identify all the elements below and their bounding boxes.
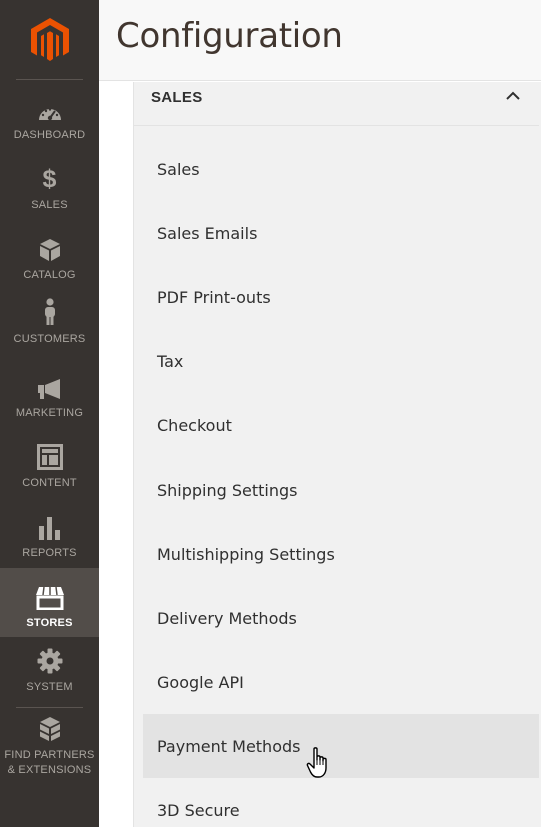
- config-item-sales[interactable]: Sales: [143, 137, 539, 201]
- blocks-icon: [36, 716, 64, 742]
- dashboard-icon: [37, 96, 63, 122]
- config-item-label: Sales: [157, 159, 200, 179]
- config-item-pdf-printouts[interactable]: PDF Print-outs: [143, 265, 539, 329]
- nav-stores[interactable]: STORES: [0, 568, 99, 637]
- nav-dashboard[interactable]: DASHBOARD: [0, 96, 99, 156]
- nav-sales[interactable]: $ SALES: [0, 166, 99, 226]
- config-item-label: Google API: [157, 672, 244, 692]
- nav-label: CATALOG: [23, 269, 76, 281]
- dollar-icon: $: [42, 165, 57, 193]
- bar-chart-icon: [38, 514, 62, 540]
- magento-logo[interactable]: [0, 0, 99, 80]
- config-item-label: Tax: [157, 351, 184, 371]
- nav-label: FIND PARTNERS & EXTENSIONS: [4, 749, 95, 776]
- nav-divider: [16, 707, 83, 708]
- nav-customers[interactable]: CUSTOMERS: [0, 298, 99, 360]
- hand-pointer-icon: [306, 747, 327, 778]
- config-item-payment-methods[interactable]: Payment Methods: [143, 714, 539, 778]
- nav-label: REPORTS: [22, 547, 77, 559]
- nav-content[interactable]: CONTENT: [0, 444, 99, 504]
- store-icon: [35, 584, 65, 610]
- config-item-google-api[interactable]: Google API: [143, 650, 539, 714]
- config-item-multishipping-settings[interactable]: Multishipping Settings: [143, 522, 539, 586]
- page-header: Configuration: [99, 0, 541, 81]
- config-item-3d-secure[interactable]: 3D Secure: [143, 778, 539, 827]
- megaphone-icon: [36, 374, 64, 400]
- nav-marketing[interactable]: MARKETING: [0, 374, 99, 434]
- nav-label: STORES: [26, 617, 73, 629]
- config-item-tax[interactable]: Tax: [143, 329, 539, 393]
- config-item-label: Delivery Methods: [157, 608, 297, 628]
- page-title: Configuration: [116, 16, 343, 56]
- config-tabs-panel: SALES Sales Sales Emails PDF Print-outs …: [133, 82, 541, 827]
- nav-label: DASHBOARD: [13, 129, 86, 141]
- nav-label: CUSTOMERS: [13, 333, 86, 345]
- section-header-sales[interactable]: SALES: [134, 82, 539, 126]
- config-item-label: Shipping Settings: [157, 480, 298, 500]
- layout-icon: [36, 444, 63, 470]
- config-item-checkout[interactable]: Checkout: [143, 393, 539, 457]
- config-item-shipping-settings[interactable]: Shipping Settings: [143, 458, 539, 522]
- logo-divider: [16, 79, 83, 80]
- config-item-label: Multishipping Settings: [157, 544, 335, 564]
- nav-label: SYSTEM: [26, 681, 73, 693]
- config-item-label: Sales Emails: [157, 223, 258, 243]
- nav-system[interactable]: SYSTEM: [0, 648, 99, 708]
- chevron-up-icon: [506, 91, 520, 100]
- config-item-label: Payment Methods: [157, 736, 301, 756]
- admin-sidebar: DASHBOARD $ SALES CATALOG CUSTOMERS MARK…: [0, 0, 99, 827]
- config-item-delivery-methods[interactable]: Delivery Methods: [143, 586, 539, 650]
- cube-icon: [38, 236, 62, 262]
- magento-logo-icon: [30, 18, 69, 61]
- section-title: SALES: [151, 89, 203, 106]
- config-item-label: 3D Secure: [157, 800, 240, 820]
- gear-icon: [37, 648, 63, 674]
- nav-label: CONTENT: [22, 477, 77, 489]
- config-item-label: PDF Print-outs: [157, 287, 271, 307]
- config-item-sales-emails[interactable]: Sales Emails: [143, 201, 539, 265]
- nav-find-partners[interactable]: FIND PARTNERS & EXTENSIONS: [0, 716, 99, 786]
- nav-reports[interactable]: REPORTS: [0, 514, 99, 574]
- nav-catalog[interactable]: CATALOG: [0, 236, 99, 296]
- config-item-label: Checkout: [157, 415, 232, 435]
- nav-label: SALES: [31, 199, 68, 211]
- person-icon: [43, 298, 57, 326]
- nav-label: MARKETING: [15, 407, 84, 419]
